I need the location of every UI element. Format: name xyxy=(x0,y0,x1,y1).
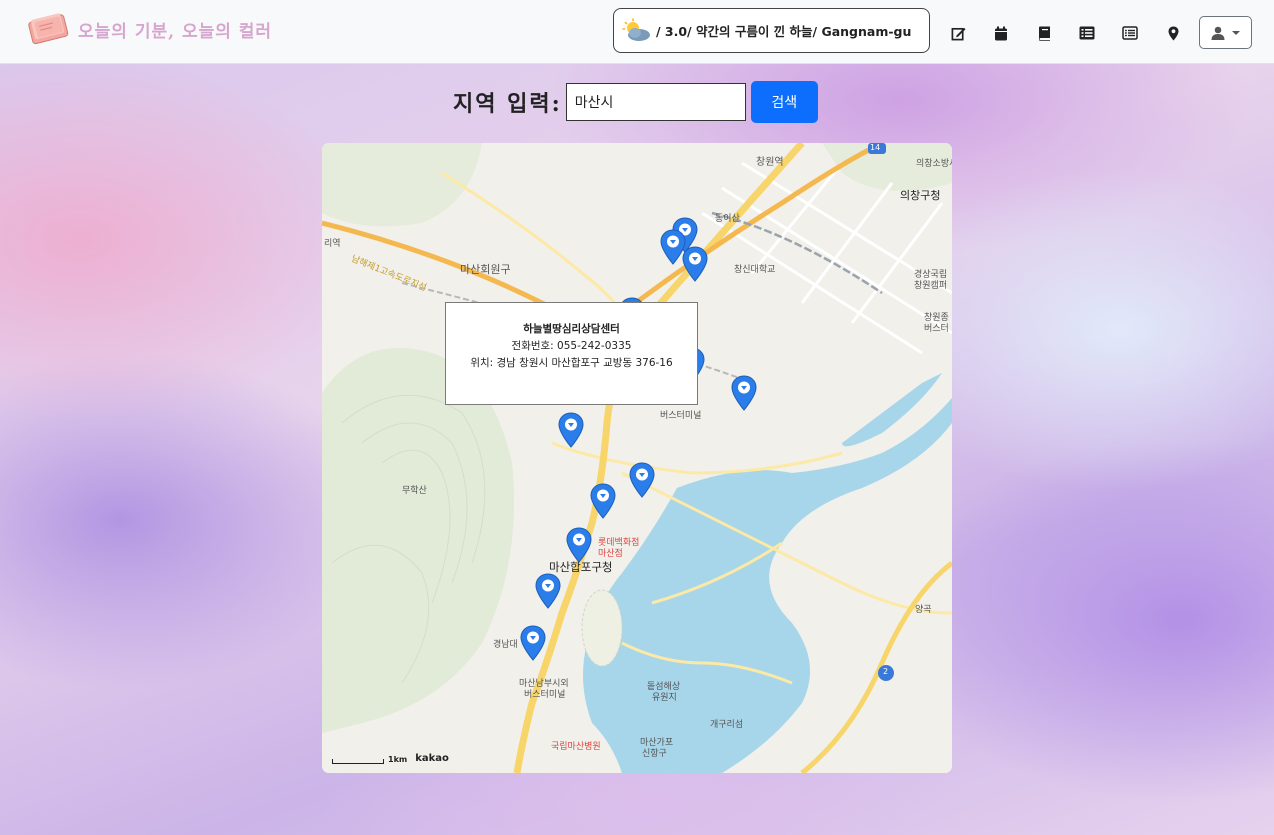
marker-icon xyxy=(590,483,616,519)
marker-pin[interactable] xyxy=(520,625,546,661)
brand[interactable]: 오늘의 기분, 오늘의 컬러 xyxy=(26,10,272,46)
marker-icon xyxy=(629,462,655,498)
navbar: 오늘의 기분, 오늘의 컬러 / 3.0/ 약간의 구름이 낀 하늘/ Gang… xyxy=(0,0,1274,64)
map-label: 창원캠퍼 xyxy=(914,281,948,291)
calendar-icon[interactable] xyxy=(987,22,1015,44)
map-label: 국립마산병원 xyxy=(551,742,601,752)
map-label: 신항구 xyxy=(642,749,667,759)
marker-icon xyxy=(520,625,546,661)
scale-bar xyxy=(332,759,384,764)
marker-pin[interactable] xyxy=(535,573,561,609)
map-scale: 1km kakao xyxy=(332,753,449,764)
marker-pin[interactable] xyxy=(731,375,757,411)
map-label: 양곡 xyxy=(915,605,932,615)
map-label: 창신대학교 xyxy=(734,265,776,275)
kakao-logo[interactable]: kakao xyxy=(415,753,449,764)
diary-logo-icon xyxy=(26,10,72,46)
list-alt-icon[interactable] xyxy=(1116,22,1144,44)
map-tiles xyxy=(322,143,952,773)
partly-cloudy-icon xyxy=(622,18,650,41)
map-marker-icon[interactable] xyxy=(1159,22,1187,44)
route-shield: 2 xyxy=(883,667,889,676)
infowindow-address: 위치: 경남 창원시 마산합포구 교방동 376-16 xyxy=(470,357,673,369)
infowindow-title: 하늘별땅심리상담센터 xyxy=(523,323,620,335)
map-label: 리역 xyxy=(324,239,341,249)
map-label: 버스터미널 xyxy=(524,690,566,700)
book-icon[interactable] xyxy=(1030,22,1058,44)
user-icon xyxy=(1211,26,1224,40)
brand-title: 오늘의 기분, 오늘의 컬러 xyxy=(78,21,273,42)
marker-icon xyxy=(558,412,584,448)
map-label: 마산회원구 xyxy=(460,263,511,276)
map-label: 버스터미널 xyxy=(660,411,702,421)
map-label: 창원역 xyxy=(756,157,784,168)
marker-pin[interactable] xyxy=(590,483,616,519)
region-label: 지역 입력: xyxy=(453,91,562,117)
map-label: 버스터 xyxy=(924,324,949,334)
caret-down-icon xyxy=(1231,30,1240,35)
map-label: 경남대 xyxy=(493,640,518,650)
marker-infowindow: 하늘별땅심리상담센터 전화번호: 055-242-0335 위치: 경남 창원시… xyxy=(445,302,698,405)
weather-badge: / 3.0/ 약간의 구름이 낀 하늘/ Gangnam-gu xyxy=(613,8,930,53)
edit-icon[interactable] xyxy=(944,22,972,44)
marker-icon xyxy=(535,573,561,609)
map-label: 무학산 xyxy=(402,486,427,496)
marker-pin[interactable] xyxy=(682,246,708,282)
route-shield: 14 xyxy=(870,143,881,152)
user-menu-button[interactable] xyxy=(1199,16,1252,49)
search-button[interactable]: 검색 xyxy=(750,81,818,123)
map-label: 마산점 xyxy=(598,549,623,559)
map-label: 동이산 xyxy=(715,214,740,224)
region-search: 지역 입력: 검색 xyxy=(453,81,818,123)
infowindow-phone: 전화번호: 055-242-0335 xyxy=(511,340,632,352)
marker-pin[interactable] xyxy=(566,527,592,563)
list-icon[interactable] xyxy=(1073,22,1101,44)
weather-text: / 3.0/ 약간의 구름이 낀 하늘/ Gangnam-gu xyxy=(656,24,912,39)
kakao-map[interactable]: 창원역 동이산 의창구청 의창소방서 마산회원구 창신대학교 경상국립 창원캠퍼… xyxy=(322,143,952,773)
marker-pin[interactable] xyxy=(558,412,584,448)
map-label: 의창소방서 xyxy=(916,159,952,169)
marker-pin[interactable] xyxy=(629,462,655,498)
map-label: 개구리섬 xyxy=(710,720,744,730)
map-label: 의창구청 xyxy=(900,189,941,202)
region-input[interactable] xyxy=(565,83,746,121)
marker-icon xyxy=(566,527,592,563)
marker-icon xyxy=(731,375,757,411)
nav-icons xyxy=(944,22,1202,44)
marker-icon xyxy=(682,246,708,282)
scale-text: 1km xyxy=(388,755,408,764)
map-label: 유원지 xyxy=(652,693,677,703)
